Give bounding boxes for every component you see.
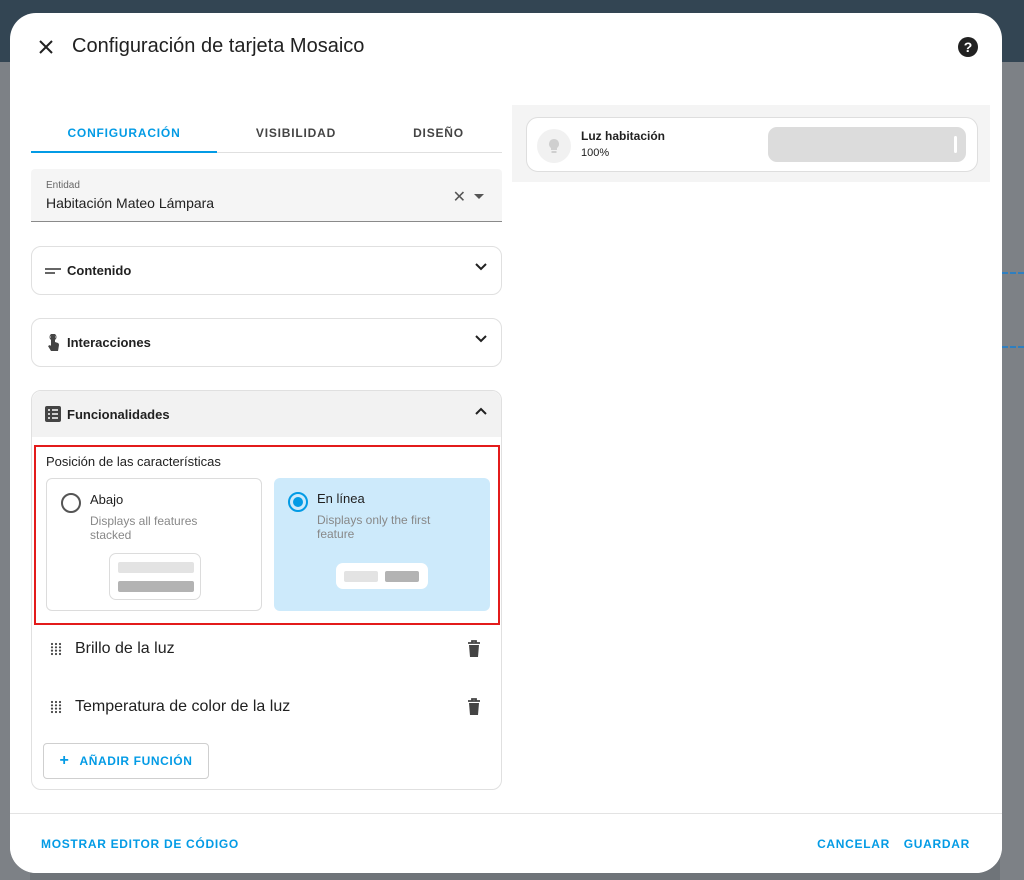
- tile-state: 100%: [581, 147, 610, 159]
- tile-name: Luz habitación: [581, 129, 665, 143]
- add-feature-label: AÑADIR FUNCIÓN: [79, 754, 193, 768]
- interactions-section-header[interactable]: Interacciones: [32, 319, 501, 366]
- editor-tabs: CONFIGURACIÓN VISIBILIDAD DISEÑO: [31, 113, 502, 153]
- tile-card[interactable]: Luz habitación 100%: [526, 117, 978, 172]
- drag-handle-icon[interactable]: [50, 642, 62, 656]
- save-button[interactable]: GUARDAR: [904, 837, 970, 851]
- help-button[interactable]: ?: [958, 37, 978, 57]
- features-section: Funcionalidades Posición de las caracter…: [31, 390, 502, 790]
- features-section-header[interactable]: Funcionalidades: [32, 391, 501, 437]
- tab-configuration[interactable]: CONFIGURACIÓN: [31, 113, 217, 153]
- chevron-down-icon: [475, 335, 487, 343]
- close-icon: [39, 40, 53, 54]
- show-code-editor-button[interactable]: MOSTRAR EDITOR DE CÓDIGO: [41, 837, 239, 851]
- stacked-preview-illustration: [109, 553, 201, 600]
- text-lines-icon: [43, 261, 63, 281]
- radio-below[interactable]: [61, 493, 81, 513]
- card-config-dialog: Configuración de tarjeta Mosaico ? CONFI…: [10, 13, 1002, 873]
- feature-label: Brillo de la luz: [75, 640, 175, 657]
- chevron-up-icon: [475, 407, 487, 415]
- list-box-icon: [43, 404, 63, 424]
- delete-icon[interactable]: [467, 698, 481, 716]
- tab-layout[interactable]: DISEÑO: [375, 113, 502, 152]
- features-section-label: Funcionalidades: [67, 406, 170, 422]
- gesture-tap-icon: [43, 333, 63, 353]
- position-option-inline[interactable]: En línea Displays only the first feature: [274, 478, 490, 611]
- tab-visibility[interactable]: VISIBILIDAD: [217, 113, 375, 152]
- dropdown-arrow-icon[interactable]: [474, 194, 484, 199]
- cancel-button[interactable]: CANCELAR: [817, 837, 890, 851]
- delete-icon[interactable]: [467, 640, 481, 658]
- option-inline-name: En línea: [317, 491, 365, 506]
- brightness-slider[interactable]: [768, 127, 966, 162]
- lightbulb-icon[interactable]: [537, 129, 571, 163]
- clear-icon[interactable]: ✕: [453, 187, 466, 207]
- position-option-below[interactable]: Abajo Displays all features stacked: [46, 478, 262, 611]
- feature-label: Temperatura de color de la luz: [75, 698, 291, 715]
- close-button[interactable]: [32, 33, 60, 61]
- drag-handle-icon[interactable]: [50, 700, 62, 714]
- inline-preview-illustration: [336, 563, 428, 589]
- chevron-down-icon: [475, 263, 487, 271]
- features-position-highlight: Posición de las características Abajo Di…: [34, 445, 500, 625]
- content-section-label: Contenido: [67, 263, 132, 278]
- entity-label: Entidad: [46, 180, 80, 191]
- option-below-description: Displays all features stacked: [90, 514, 198, 542]
- features-position-title: Posición de las características: [46, 454, 221, 469]
- card-preview: Luz habitación 100%: [512, 105, 990, 182]
- help-circle-icon: ?: [963, 39, 973, 55]
- background-dashed-line: [1002, 272, 1024, 274]
- background-dashed-line: [1002, 346, 1024, 348]
- dialog-title: Configuración de tarjeta Mosaico: [72, 35, 365, 57]
- entity-picker[interactable]: Entidad Habitación Mateo Lámpara ✕: [31, 169, 502, 222]
- content-section-header[interactable]: Contenido: [32, 247, 501, 294]
- interactions-section-label: Interacciones: [67, 335, 151, 350]
- feature-row: Brillo de la luz: [32, 621, 501, 677]
- option-inline-description: Displays only the first feature: [317, 513, 431, 541]
- add-feature-button[interactable]: + AÑADIR FUNCIÓN: [43, 743, 209, 779]
- feature-row: Temperatura de color de la luz: [32, 679, 501, 735]
- radio-inline[interactable]: [288, 492, 308, 512]
- plus-icon: +: [59, 752, 70, 769]
- background-right-panel: [1000, 62, 1024, 880]
- interactions-section: Interacciones: [31, 318, 502, 367]
- content-section: Contenido: [31, 246, 502, 295]
- option-below-name: Abajo: [90, 492, 124, 507]
- entity-value: Habitación Mateo Lámpara: [46, 195, 215, 211]
- dialog-footer: MOSTRAR EDITOR DE CÓDIGO CANCELAR GUARDA…: [10, 813, 1002, 873]
